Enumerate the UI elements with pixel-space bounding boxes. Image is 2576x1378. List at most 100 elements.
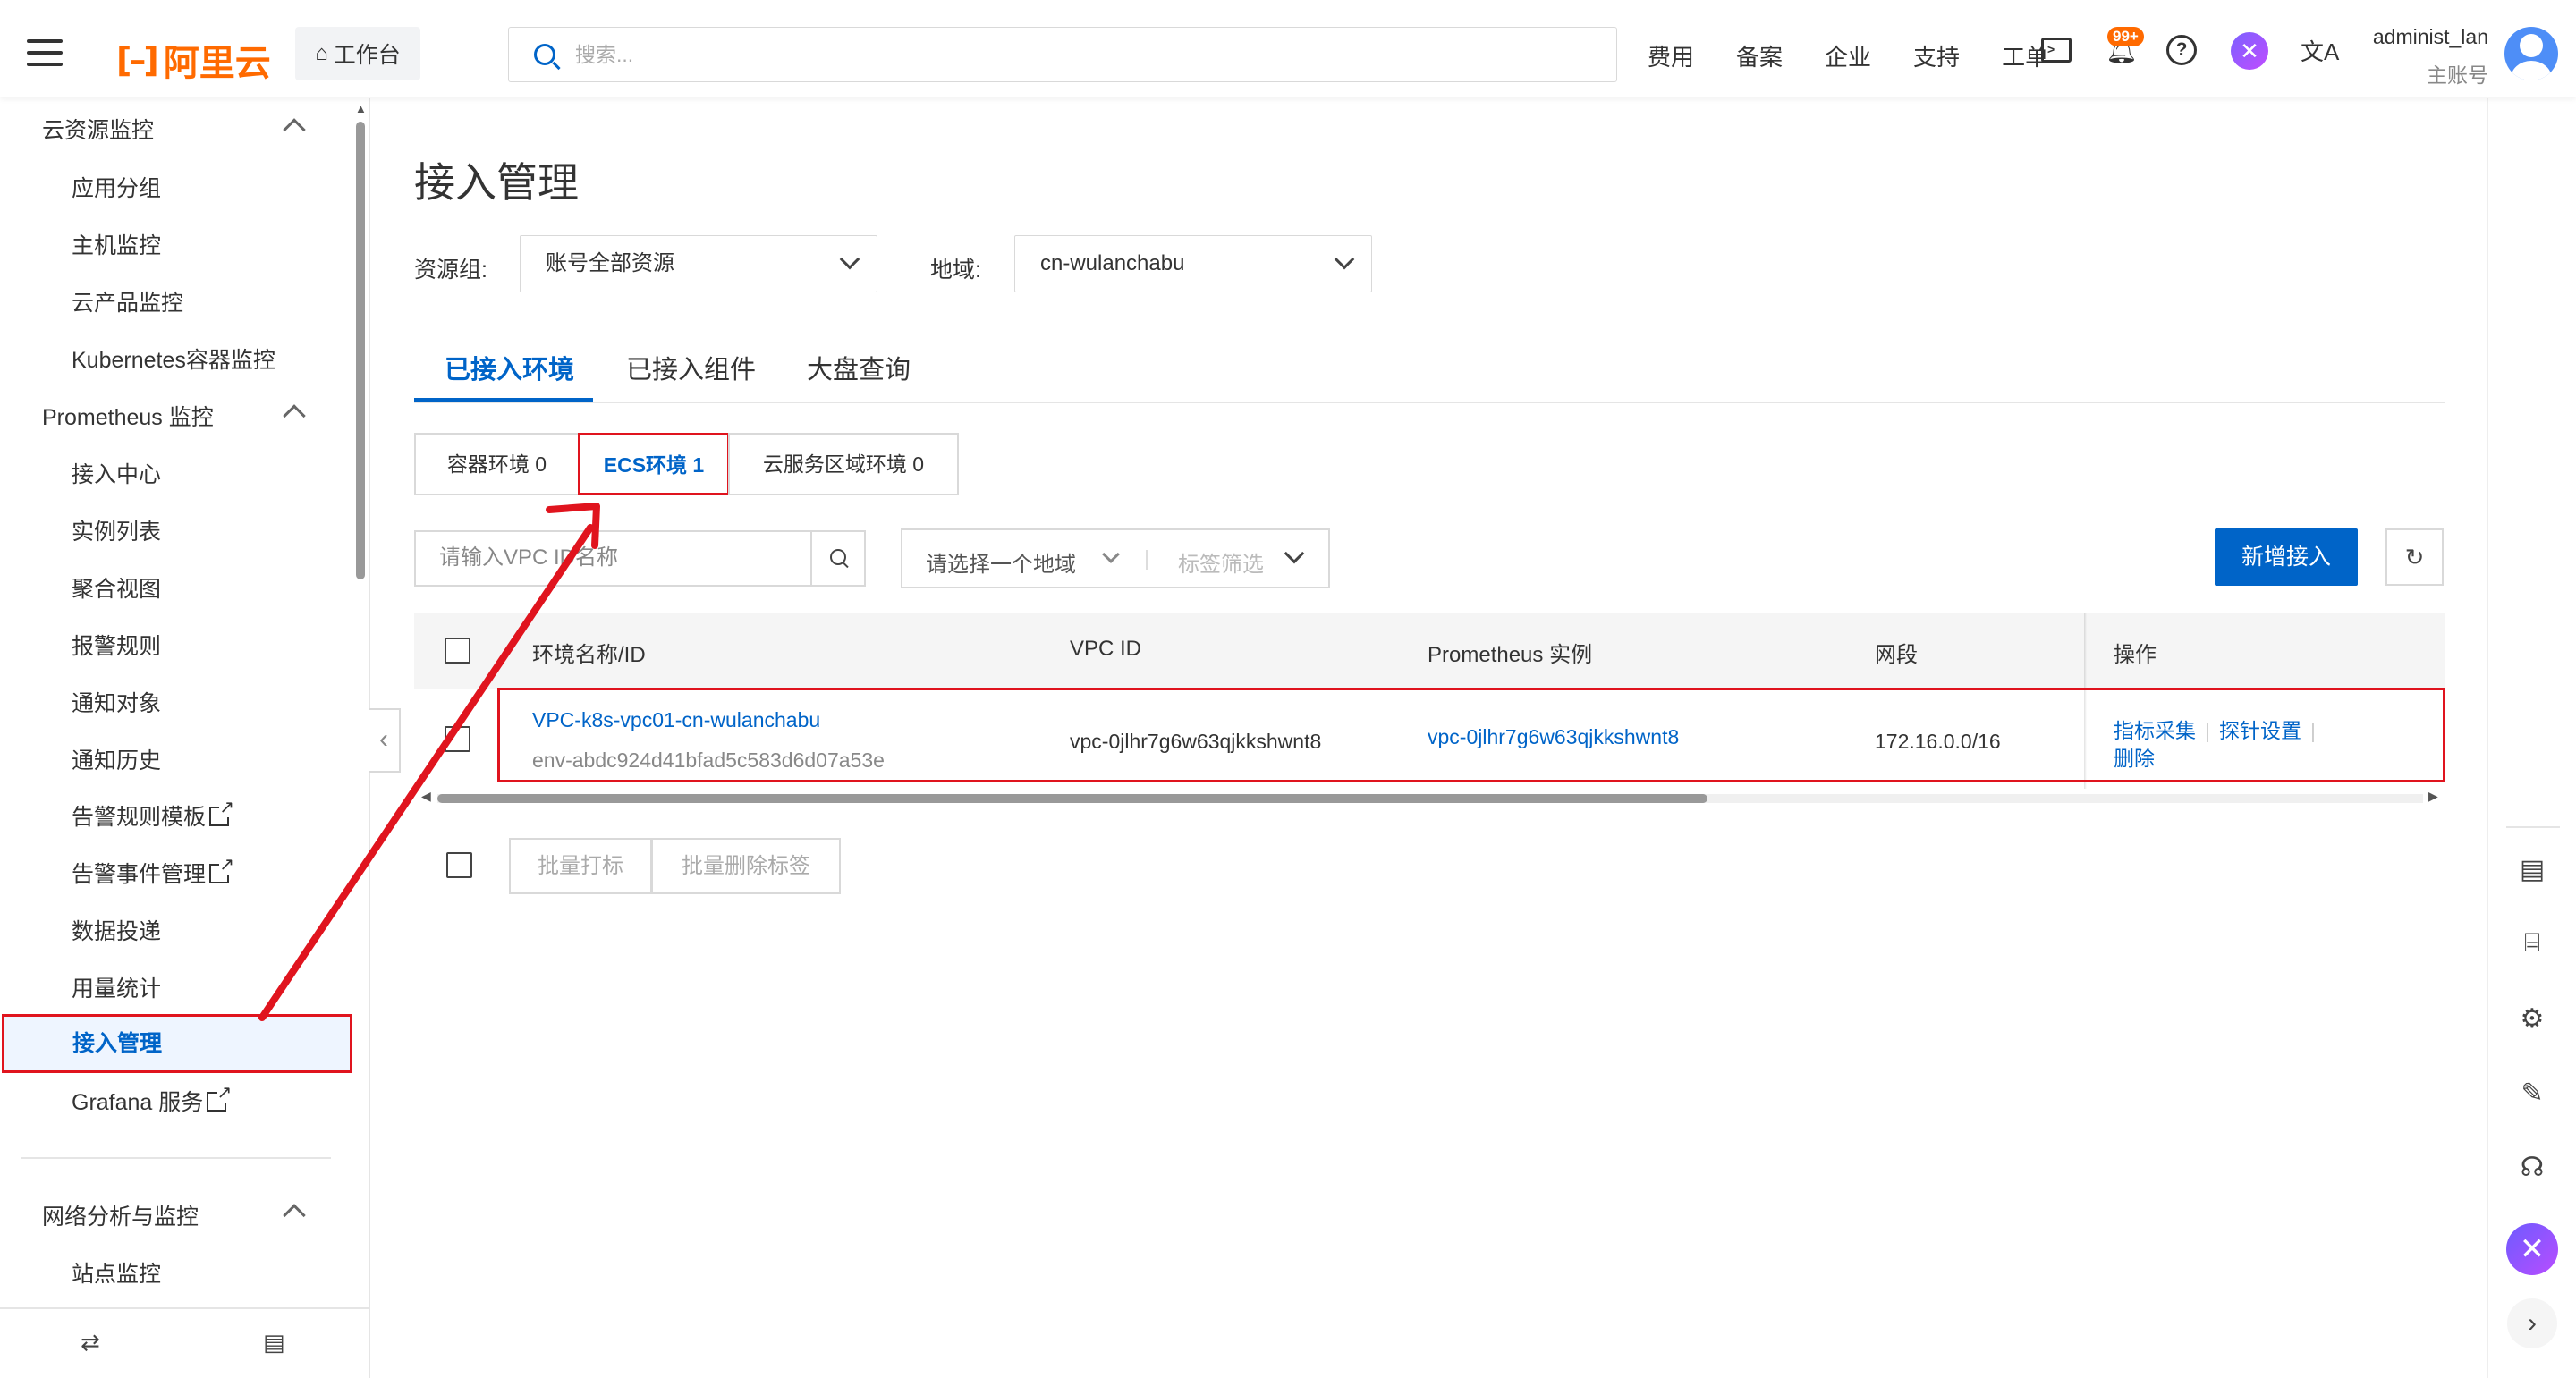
sidebar-item-access-management[interactable]: 接入管理 <box>2 1014 352 1073</box>
segment-container-env[interactable]: 容器环境 0 <box>414 433 580 495</box>
vpc-id-value: vpc-0jlhr7g6w63qjkkshwnt8 <box>1070 730 1322 753</box>
message-icon[interactable]: ▤ <box>263 1329 285 1357</box>
collapse-sidebar-handle[interactable]: ‹ <box>369 708 401 773</box>
chevron-down-icon <box>1334 249 1355 270</box>
switch-icon[interactable]: ⇄ <box>80 1329 100 1357</box>
sidebar-item-app-groups[interactable]: 应用分组 <box>72 171 161 203</box>
workbench-label: 工作台 <box>333 43 401 68</box>
scroll-right-arrow-icon[interactable]: ▶ <box>2428 789 2438 804</box>
resource-group-select[interactable]: 账号全部资源 <box>520 235 877 292</box>
terminal-icon[interactable]: >_ <box>2041 38 2072 63</box>
sidebar-item-label: 告警事件管理 <box>72 862 207 887</box>
user-info[interactable]: administ_lan 主账号 <box>2358 25 2488 89</box>
gear-icon[interactable]: ⚙︎ <box>2514 1003 2550 1035</box>
search-icon[interactable] <box>810 530 866 587</box>
segment-ecs-env[interactable]: ECS环境 1 <box>578 433 730 495</box>
ai-assistant-icon[interactable]: ✕ <box>2506 1223 2558 1275</box>
row-checkbox[interactable] <box>445 726 470 752</box>
region-value: cn-wulanchabu <box>1040 251 1185 275</box>
scroll-thumb[interactable] <box>437 794 1707 803</box>
column-actions: 操作 <box>2114 643 2157 667</box>
env-name-link[interactable]: VPC-k8s-vpc01-cn-wulanchabu <box>532 708 820 732</box>
nav-support[interactable]: 支持 <box>1913 39 1960 72</box>
sidebar-item-alert-rule-templates[interactable]: 告警规则模板 <box>72 798 235 832</box>
refresh-icon[interactable]: ↻ <box>2385 528 2444 586</box>
tab-connected-environments[interactable]: 已接入环境 <box>445 349 574 386</box>
sidebar-group-prometheus[interactable]: Prometheus 监控 <box>42 400 214 432</box>
sidebar-item-aggregate-view[interactable]: 聚合视图 <box>72 571 161 604</box>
tag-filter-select[interactable]: 标签筛选 <box>1178 546 1264 578</box>
add-integration-button[interactable]: 新增接入 <box>2215 528 2358 586</box>
column-cidr: 网段 <box>1875 643 1918 667</box>
sidebar <box>0 98 370 1378</box>
workbench-button[interactable]: ⌂ 工作台 <box>295 27 420 80</box>
nav-icp[interactable]: 备案 <box>1736 39 1783 72</box>
region-select[interactable]: cn-wulanchabu <box>1014 235 1372 292</box>
bulk-tag-button[interactable]: 批量打标 <box>509 838 652 894</box>
chevron-right-icon[interactable]: › <box>2507 1298 2557 1348</box>
sidebar-item-alert-rules[interactable]: 报警规则 <box>72 629 161 661</box>
scroll-left-arrow-icon[interactable]: ◀ <box>421 789 431 804</box>
sidebar-item-notification-targets[interactable]: 通知对象 <box>72 686 161 718</box>
sidebar-group-network-monitoring[interactable]: 网络分析与监控 <box>42 1199 199 1231</box>
sidebar-item-notification-history[interactable]: 通知历史 <box>72 743 161 775</box>
menu-icon[interactable] <box>27 39 63 74</box>
sidebar-footer: ⇄ ▤ <box>0 1307 370 1378</box>
sidebar-item-integration-center[interactable]: 接入中心 <box>72 457 161 489</box>
metrics-collection-link[interactable]: 指标采集 <box>2114 719 2196 742</box>
headset-icon[interactable]: ☊ <box>2514 1152 2550 1183</box>
document-icon[interactable]: ▤ <box>2514 854 2550 885</box>
prometheus-instance-link[interactable]: vpc-0jlhr7g6w63qjkkshwnt8 <box>1428 725 1679 749</box>
select-all-checkbox[interactable] <box>445 638 470 664</box>
global-search[interactable] <box>508 27 1617 82</box>
help-icon[interactable]: ? <box>2166 35 2197 65</box>
sidebar-item-grafana-service[interactable]: Grafana 服务 <box>72 1083 233 1117</box>
active-tab-indicator <box>414 398 593 402</box>
chevron-down-icon <box>839 249 860 270</box>
sidebar-item-usage-statistics[interactable]: 用量统计 <box>72 971 161 1003</box>
ai-assistant-icon[interactable]: ✕ <box>2231 32 2268 70</box>
sidebar-item-kubernetes-monitoring[interactable]: Kubernetes容器监控 <box>72 342 275 375</box>
nav-enterprise[interactable]: 企业 <box>1825 39 1871 72</box>
tab-dashboard-query[interactable]: 大盘查询 <box>807 349 911 386</box>
table-horizontal-scrollbar[interactable]: ◀ ▶ <box>414 789 2445 808</box>
chevron-left-icon: ‹ <box>379 724 388 754</box>
nav-billing[interactable]: 费用 <box>1648 39 1694 72</box>
region-filter-select[interactable]: 请选择一个地域 <box>926 546 1076 578</box>
cidr-value: 172.16.0.0/16 <box>1875 730 2001 753</box>
language-icon[interactable]: 文A <box>2301 34 2339 67</box>
sidebar-item-data-delivery[interactable]: 数据投递 <box>72 914 161 946</box>
bulk-select-checkbox[interactable] <box>446 852 472 878</box>
table-header: 环境名称/ID VPC ID Prometheus 实例 网段 操作 <box>414 613 2445 689</box>
sidebar-item-label: Grafana 服务 <box>72 1090 204 1115</box>
sidebar-item-cloud-product-monitoring[interactable]: 云产品监控 <box>72 285 183 317</box>
sidebar-group-cloud-monitoring[interactable]: 云资源监控 <box>42 113 154 145</box>
delete-link[interactable]: 删除 <box>2114 741 2155 772</box>
avatar[interactable] <box>2504 27 2558 80</box>
edit-icon[interactable]: ✎ <box>2514 1078 2550 1109</box>
search-icon <box>534 44 555 65</box>
sidebar-scrollbar[interactable] <box>356 122 365 579</box>
search-input[interactable] <box>575 42 1559 67</box>
chevron-down-icon <box>1102 545 1120 563</box>
row-actions: 指标采集 | 探针设置 | <box>2114 714 2325 744</box>
segment-cloud-service-env[interactable]: 云服务区域环境 0 <box>728 433 959 495</box>
right-toolbar <box>2487 98 2576 1378</box>
aliyun-logo[interactable]: [–] 阿里云 <box>116 34 271 86</box>
sidebar-item-instance-list[interactable]: 实例列表 <box>72 514 161 546</box>
bulk-remove-tags-button[interactable]: 批量删除标签 <box>651 838 841 894</box>
scroll-up-arrow-icon[interactable]: ▲ <box>355 102 367 115</box>
sidebar-item-alert-event-management[interactable]: 告警事件管理 <box>72 855 235 889</box>
tab-connected-components[interactable]: 已接入组件 <box>626 349 756 386</box>
probe-settings-link[interactable]: 探针设置 <box>2219 719 2301 742</box>
sidebar-item-host-monitoring[interactable]: 主机监控 <box>72 228 161 260</box>
logo-text: 阿里云 <box>163 44 271 83</box>
vpc-search-input[interactable]: 请输入VPC ID名称 <box>414 530 812 587</box>
region-tag-filter[interactable]: 请选择一个地域 标签筛选 <box>901 528 1330 588</box>
toolbar-divider <box>2506 826 2560 828</box>
sidebar-item-site-monitoring[interactable]: 站点监控 <box>72 1256 161 1289</box>
page-title: 接入管理 <box>414 159 579 206</box>
resource-group-label: 资源组: <box>414 258 487 283</box>
api-icon[interactable]: ⌸ <box>2514 928 2550 959</box>
chevron-down-icon <box>1284 543 1305 564</box>
